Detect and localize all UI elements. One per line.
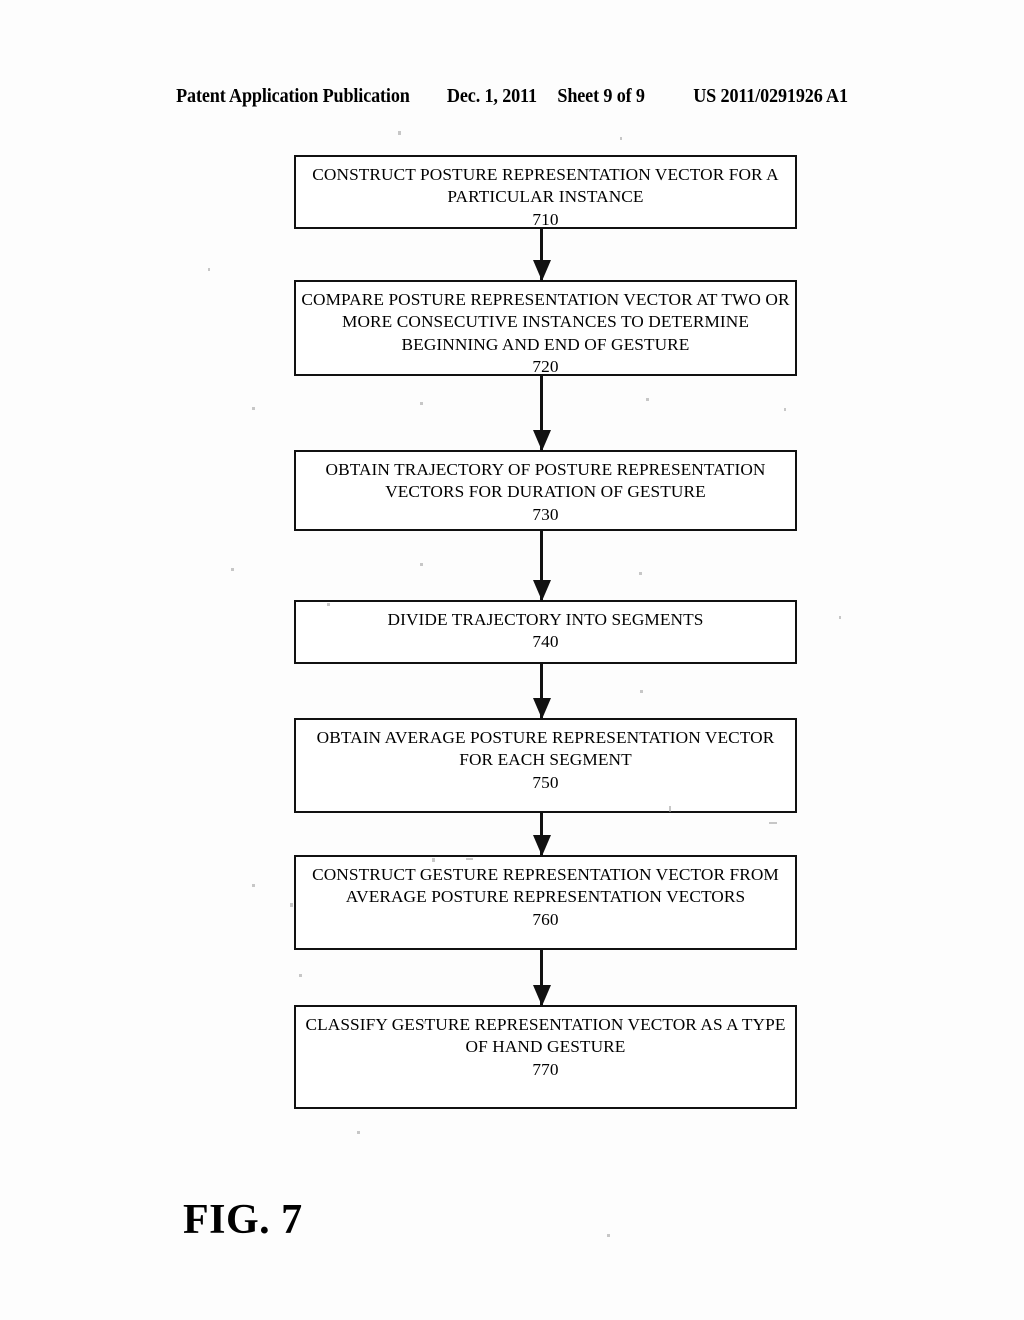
flowchart-step-720: COMPARE POSTURE REPRESENTATION VECTOR AT… [294, 280, 797, 376]
flowchart-arrow-4 [540, 664, 543, 718]
flowchart-arrow-6 [540, 950, 543, 1005]
flowchart-step-720-line: COMPARE POSTURE REPRESENTATION VECTOR AT… [301, 290, 790, 309]
scan-artifact [299, 974, 302, 977]
flowchart-step-750-line: OBTAIN AVERAGE POSTURE REPRESENTATION VE… [316, 728, 775, 747]
figure-caption: FIG. 7 [183, 1197, 303, 1243]
scan-artifact [839, 616, 841, 619]
scan-artifact [357, 1131, 360, 1134]
flowchart-step-770-reference-number: 770 [532, 1059, 559, 1079]
flowchart-step-750-reference-number: 750 [532, 772, 559, 792]
header-sheet-label: Sheet 9 of 9 [557, 86, 645, 107]
flowchart-step-740-line: DIVIDE TRAJECTORY INTO SEGMENTS [387, 610, 704, 629]
flowchart-step-720-reference-number: 720 [532, 357, 559, 377]
scan-artifact [420, 402, 423, 405]
header-publication-label: Patent Application Publication [176, 86, 410, 107]
header-patent-number: US 2011/0291926 A1 [693, 86, 848, 107]
flowchart-step-730-reference-number: 730 [532, 504, 559, 524]
flowchart-step-740-reference-number: 740 [532, 632, 559, 652]
flowchart-step-720-line: BEGINNING AND END OF GESTURE [401, 334, 690, 354]
flowchart-step-770-line: CLASSIFY GESTURE REPRESENTATION VECTOR A… [305, 1015, 786, 1034]
flowchart-step-760-line: AVERAGE POSTURE REPRESENTATION VECTORS [345, 887, 746, 907]
flowchart-step-710-line: PARTICULAR INSTANCE [447, 187, 644, 207]
flowchart-step-760: CONSTRUCT GESTURE REPRESENTATION VECTOR … [294, 855, 797, 950]
header-date-label: Dec. 1, 2011 [446, 86, 537, 107]
flowchart-step-730: OBTAIN TRAJECTORY OF POSTURE REPRESENTAT… [294, 450, 797, 531]
flowchart-step-760-line: CONSTRUCT GESTURE REPRESENTATION VECTOR … [312, 865, 779, 884]
scan-artifact [620, 137, 622, 140]
scan-artifact [231, 568, 234, 571]
scan-artifact [208, 268, 210, 271]
scan-artifact [607, 1234, 610, 1237]
patent-page: Patent Application Publication Dec. 1, 20… [0, 0, 1024, 1320]
scan-artifact [252, 884, 255, 887]
flowchart-arrow-1 [540, 229, 543, 280]
scan-artifact [420, 563, 423, 566]
flowchart-step-750-line: FOR EACH SEGMENT [459, 750, 632, 770]
scan-artifact [646, 398, 649, 401]
flowchart-step-710-line: CONSTRUCT POSTURE REPRESENTATION VECTOR … [312, 165, 779, 184]
scan-artifact [784, 408, 786, 411]
flowchart-step-710-reference-number: 710 [532, 209, 559, 229]
flowchart-step-770-line: OF HAND GESTURE [465, 1037, 626, 1057]
flowchart-step-750: OBTAIN AVERAGE POSTURE REPRESENTATION VE… [294, 718, 797, 813]
flowchart-step-770: CLASSIFY GESTURE REPRESENTATION VECTOR A… [294, 1005, 797, 1109]
scan-artifact [398, 131, 401, 135]
flowchart-arrow-5 [540, 813, 543, 855]
flowchart-arrow-2 [540, 376, 543, 450]
flowchart-arrow-3 [540, 531, 543, 600]
flowchart-step-710: CONSTRUCT POSTURE REPRESENTATION VECTOR … [294, 155, 797, 229]
scan-artifact [290, 903, 293, 907]
scan-artifact [639, 572, 642, 575]
page-header: Patent Application Publication Dec. 1, 20… [36, 86, 988, 108]
flowchart-step-740: DIVIDE TRAJECTORY INTO SEGMENTS 740 [294, 600, 797, 664]
flowchart-step-760-reference-number: 760 [532, 909, 559, 929]
scan-artifact [252, 407, 255, 410]
scan-artifact [769, 822, 777, 824]
flowchart-step-730-line: OBTAIN TRAJECTORY OF POSTURE REPRESENTAT… [325, 460, 766, 479]
scan-artifact [640, 690, 643, 693]
flowchart-step-730-line: VECTORS FOR DURATION OF GESTURE [385, 482, 706, 502]
flowchart-step-720-line: MORE CONSECUTIVE INSTANCES TO DETERMINE [341, 312, 750, 332]
